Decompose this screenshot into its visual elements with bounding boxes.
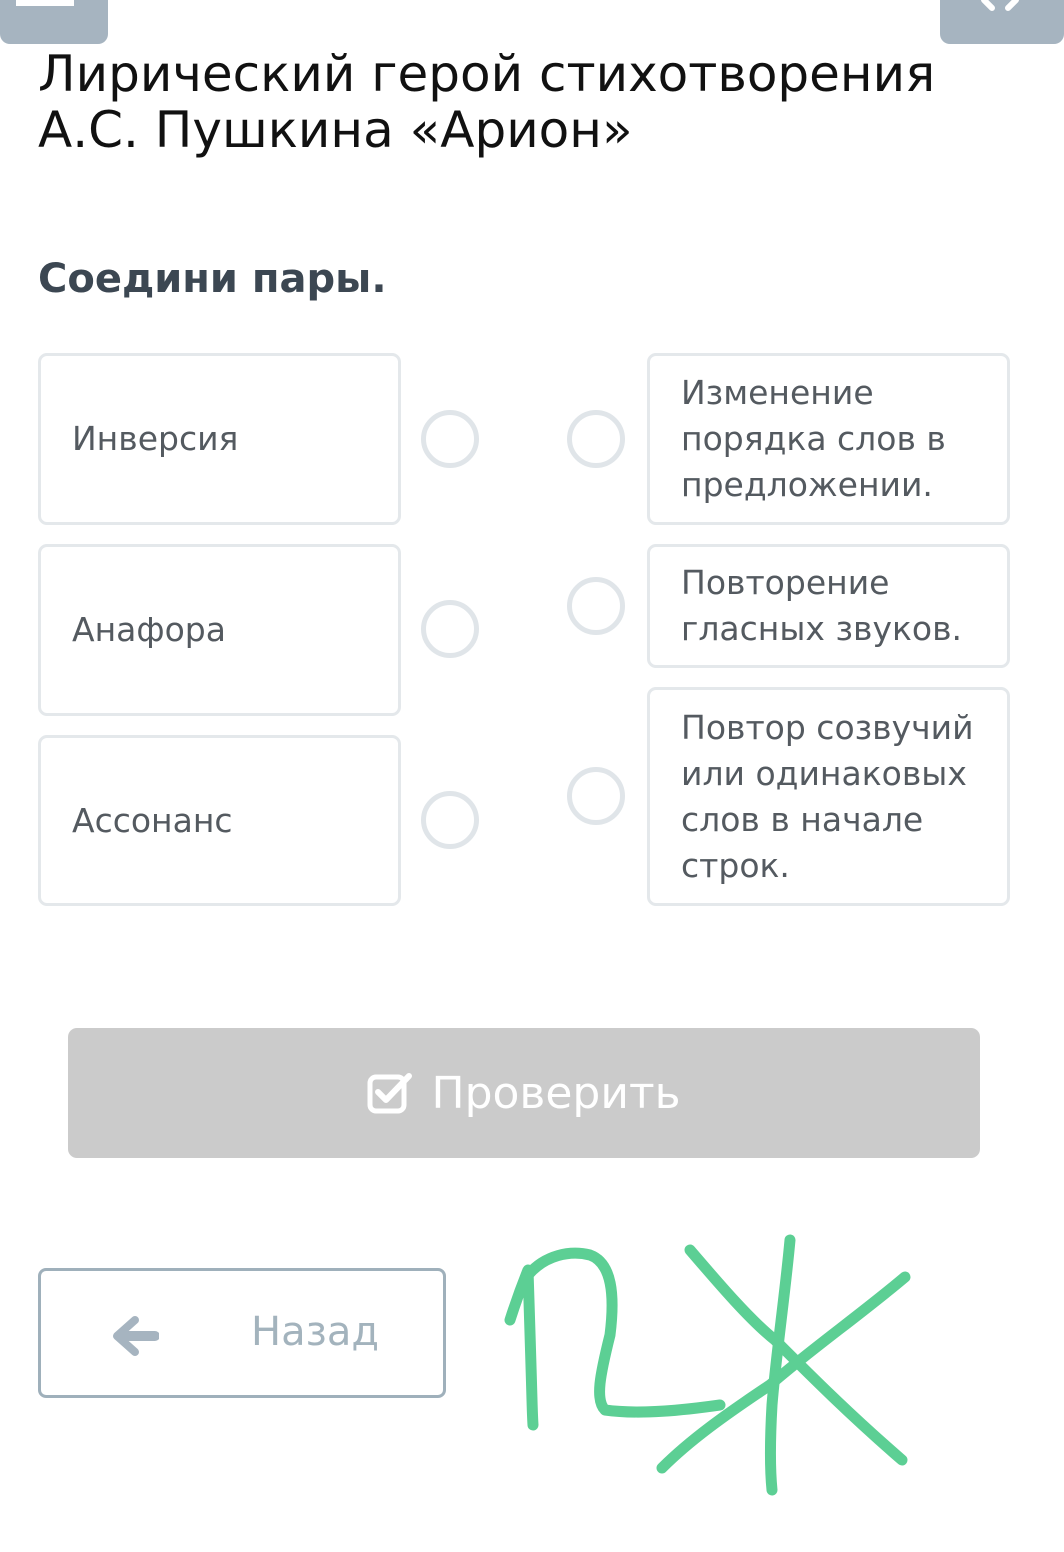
check-button[interactable]: Проверить bbox=[68, 1028, 980, 1158]
back-button[interactable]: Назад bbox=[38, 1268, 446, 1398]
close-icon bbox=[981, 0, 1019, 11]
right-card-label: Повторение гласных звуков. bbox=[681, 563, 963, 648]
left-connector-dot[interactable] bbox=[421, 791, 479, 849]
task-instruction: Соедини пары. bbox=[38, 256, 387, 302]
left-card-label: Инверсия bbox=[72, 419, 239, 458]
left-card-label: Ассонанс bbox=[72, 800, 233, 840]
left-connector-dot[interactable] bbox=[421, 600, 479, 658]
right-card-label: Повтор созвучий или одинаковых слов в на… bbox=[681, 707, 974, 885]
right-card-word-order[interactable]: Изменение порядка слов в предложении. bbox=[647, 353, 1010, 525]
check-button-label: Проверить bbox=[431, 1067, 681, 1119]
right-connector-dot[interactable] bbox=[567, 767, 625, 825]
handwritten-scribble bbox=[504, 1234, 911, 1496]
left-card-assonance[interactable]: Ассонанс bbox=[38, 735, 401, 906]
right-connector-dot[interactable] bbox=[567, 410, 625, 468]
right-card-line-start-repetition[interactable]: Повтор созвучий или одинаковых слов в на… bbox=[647, 687, 1010, 906]
page-title: Лирический герой стихотворения А.С. Пушк… bbox=[38, 45, 936, 159]
menu-tab[interactable] bbox=[0, 0, 108, 44]
left-card-anaphora[interactable]: Анафора bbox=[38, 544, 401, 716]
menu-icon bbox=[16, 0, 74, 6]
left-card-inversion[interactable]: Инверсия bbox=[38, 353, 401, 525]
right-card-label: Изменение порядка слов в предложении. bbox=[681, 373, 946, 504]
close-tab[interactable] bbox=[940, 0, 1064, 44]
back-button-label: Назад bbox=[251, 1309, 380, 1355]
arrow-left-icon bbox=[113, 1316, 160, 1360]
checkbox-check-icon bbox=[367, 1072, 413, 1114]
left-connector-dot[interactable] bbox=[421, 410, 479, 468]
right-card-vowel-repetition[interactable]: Повторение гласных звуков. bbox=[647, 544, 1010, 668]
right-connector-dot[interactable] bbox=[567, 577, 625, 635]
left-card-label: Анафора bbox=[72, 610, 226, 649]
